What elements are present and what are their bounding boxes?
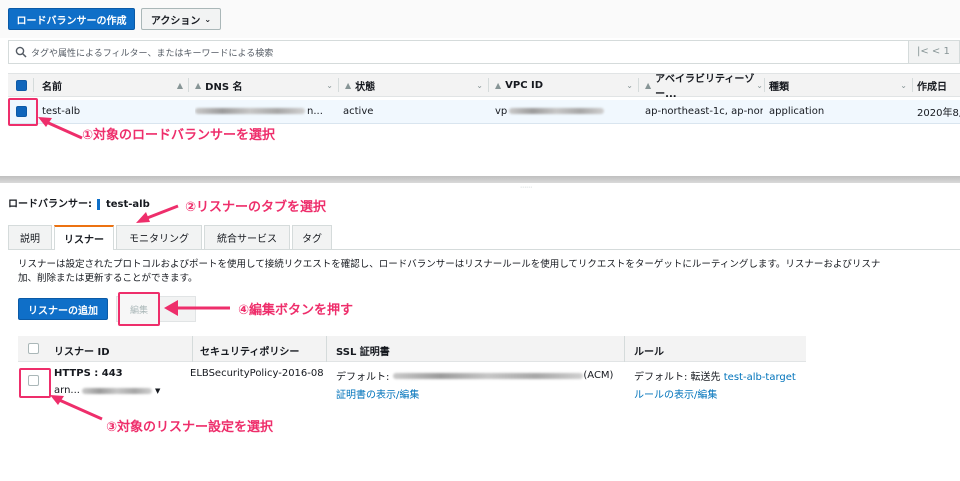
chevron-down-icon: ⌄ (476, 80, 483, 90)
edit-button[interactable]: 編集 (118, 292, 160, 326)
annotation-arrow-icon (164, 300, 230, 316)
column-header-security-policy: セキュリティポリシー (200, 347, 300, 358)
sort-ascending-icon: ▲ (176, 80, 183, 90)
column-header-ssl: SSL 証明書 (336, 347, 390, 358)
redacted-vpc (509, 108, 605, 114)
select-all-checkbox[interactable] (8, 74, 34, 96)
create-load-balancer-button[interactable]: ロードバランサーの作成 (8, 8, 135, 30)
filter-input[interactable]: タグや属性によるフィルター、またはキーワードによる検索 (8, 40, 960, 64)
annotation-step2: ②リスナーのタブを選択 (185, 200, 327, 215)
chevron-down-icon: ⌄ (900, 80, 907, 90)
detail-header: ロードバランサー: test-alb (8, 198, 150, 210)
annotation-box-lb-checkbox (8, 98, 38, 126)
column-divider (624, 336, 625, 362)
caret-down-icon[interactable]: ▼ (155, 387, 160, 395)
tab-listeners[interactable]: リスナー (54, 225, 114, 250)
chevron-down-icon: ⌄ (626, 80, 633, 90)
annotation-step4: ④編集ボタンを押す (238, 303, 354, 318)
tab-baseline (8, 249, 960, 250)
checkbox-icon (15, 79, 27, 91)
add-listener-button[interactable]: リスナーの追加 (18, 298, 108, 320)
lb-azs: ap-northeast-1c, ap-nor... (645, 105, 763, 117)
lb-state: active (343, 105, 374, 117)
checkbox-icon (28, 343, 39, 354)
tab-tags[interactable]: タグ (292, 225, 332, 249)
caret-icon: ▲ (495, 80, 502, 90)
column-divider (326, 336, 327, 362)
annotation-arrow-icon (38, 117, 83, 140)
column-header-created[interactable]: 作成日 (913, 74, 960, 96)
pagination[interactable]: |< < 1 (908, 40, 960, 64)
annotation-box-listener-checkbox (19, 368, 51, 398)
annotation-arrow-icon (136, 204, 179, 223)
caret-icon: ▲ (345, 80, 352, 90)
tab-integrated-services[interactable]: 統合サービス (204, 225, 290, 249)
listener-protocol: HTTPS : 443 (54, 368, 123, 379)
listener-description: リスナーは設定されたプロトコルおよびポートを使用して接続リクエストを確認し、ロー… (18, 259, 881, 284)
tab-description[interactable]: 説明 (8, 225, 52, 249)
chevron-down-icon: ⌄ (204, 14, 212, 24)
chevron-down-icon: ⌄ (326, 80, 333, 90)
drag-handle-icon[interactable]: ⋯⋯ (520, 184, 532, 191)
tab-monitoring[interactable]: モニタリング (116, 225, 202, 249)
search-icon (15, 46, 27, 58)
column-header-vpc[interactable]: ▲ VPC ID ⌄ (489, 74, 639, 96)
annotation-step1: ①対象のロードバランサーを選択 (82, 128, 276, 143)
filter-placeholder: タグや属性によるフィルター、またはキーワードによる検索 (31, 49, 274, 59)
redacted-dns (195, 108, 305, 114)
chevron-down-icon: ⌄ (756, 80, 763, 90)
lb-vpc: vp (495, 100, 635, 122)
lb-dns: n... (195, 100, 335, 122)
caret-icon: ▲ (645, 80, 652, 90)
select-all-listeners-checkbox[interactable] (28, 343, 39, 354)
column-header-state[interactable]: ▲ 状態 ⌄ (339, 74, 489, 96)
selection-marker (97, 198, 101, 210)
column-header-dns[interactable]: ▲ DNS 名 ⌄ (189, 74, 339, 96)
column-divider (192, 336, 193, 362)
caret-icon: ▲ (195, 80, 202, 90)
annotation-step3: ③対象のリスナー設定を選択 (106, 420, 274, 435)
column-header-listener-id: リスナー ID (54, 347, 110, 358)
listener-rule: デフォルト: 転送先 test-alb-target (634, 372, 796, 383)
target-group-link[interactable]: test-alb-target (724, 372, 796, 383)
lb-type: application (769, 105, 825, 117)
listener-ssl: デフォルト: (ACM) (336, 370, 614, 383)
view-edit-rules-link[interactable]: ルールの表示/編集 (634, 386, 717, 401)
listener-row[interactable]: HTTPS : 443 arn... ▼ ELBSecurityPolicy-2… (18, 363, 806, 403)
actions-dropdown-button[interactable]: アクション ⌄ (141, 8, 221, 30)
actions-label: アクション (150, 15, 201, 27)
load-balancer-table-header: 名前 ▲ ▲ DNS 名 ⌄ ▲ 状態 ⌄ ▲ VPC ID ⌄ ▲ アベイラビ… (8, 73, 960, 100)
listener-table-header: リスナー ID セキュリティポリシー SSL 証明書 ルール (18, 336, 806, 362)
annotation-arrow-icon (50, 395, 103, 421)
column-header-name[interactable]: 名前 ▲ (34, 74, 189, 96)
column-header-az[interactable]: ▲ アベイラビリティーゾー... ⌄ (639, 74, 765, 100)
pager-text: |< < 1 (917, 46, 950, 57)
listener-policy: ELBSecurityPolicy-2016-08 (190, 368, 324, 379)
column-header-rules: ルール (634, 347, 664, 358)
panel-splitter[interactable] (0, 176, 960, 183)
column-header-type[interactable]: 種類 ⌄ (765, 74, 913, 96)
redacted-certificate (393, 372, 584, 379)
lb-created: 2020年8月 (917, 107, 960, 119)
view-edit-certificate-link[interactable]: 証明書の表示/編集 (336, 386, 419, 401)
table-row[interactable]: test-alb n... active vp ap-northeast-1c,… (8, 100, 960, 124)
